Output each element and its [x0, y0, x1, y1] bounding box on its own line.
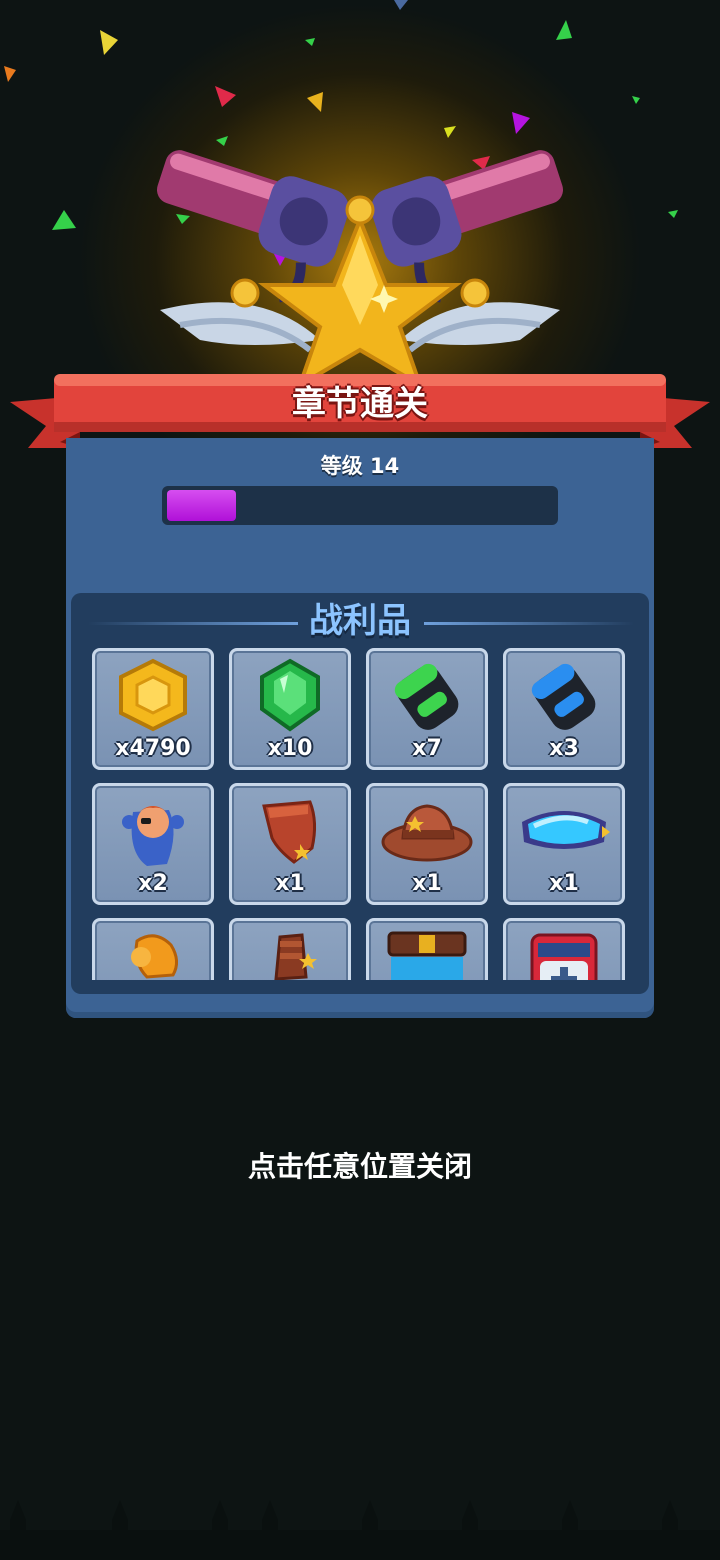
- loot-title: 战利品: [309, 601, 411, 641]
- loot-item[interactable]: x1: [229, 783, 351, 905]
- gold-coin-icon: [119, 658, 187, 732]
- loot-grid[interactable]: x4790 x10 x7 x3 x2 x1 x1 x1: [90, 648, 630, 980]
- loot-item[interactable]: x1: [503, 783, 625, 905]
- boxing-glove-icon: [131, 934, 178, 979]
- green-gem-icon: [260, 658, 320, 732]
- cowboy-hat-icon: [381, 804, 473, 862]
- leather-glove-icon: [262, 800, 317, 864]
- item-count: x2: [138, 871, 168, 896]
- hero-card-icon: [122, 806, 184, 866]
- item-count: x3: [549, 736, 579, 761]
- loot-item[interactable]: x10: [229, 648, 351, 770]
- item-count: x4790: [115, 736, 191, 761]
- item-count: x1: [275, 871, 305, 896]
- loot-item[interactable]: [503, 918, 625, 980]
- loot-item[interactable]: [92, 918, 214, 980]
- loot-item[interactable]: x2: [92, 783, 214, 905]
- blue-canister-icon: [531, 663, 596, 730]
- item-count: x7: [412, 736, 442, 761]
- level-progress-fill: [167, 490, 236, 521]
- loot-item[interactable]: x7: [366, 648, 488, 770]
- chapter-clear-title: 章节通关: [292, 384, 428, 424]
- medkit-icon: [530, 933, 598, 980]
- level-progress-bar: [162, 486, 558, 525]
- goggles-icon: [522, 811, 610, 849]
- loot-item[interactable]: x4790: [92, 648, 214, 770]
- item-count: x1: [412, 871, 442, 896]
- gauntlet-icon: [274, 933, 317, 980]
- item-count: x1: [549, 871, 579, 896]
- item-count: x10: [267, 736, 313, 761]
- chapter-clear-emblem-icon: [156, 150, 564, 385]
- loot-item[interactable]: [229, 918, 351, 980]
- loot-item[interactable]: [366, 918, 488, 980]
- green-canister-icon: [394, 663, 459, 730]
- loot-item[interactable]: x3: [503, 648, 625, 770]
- belt-pants-icon: [387, 931, 467, 980]
- loot-item[interactable]: x1: [366, 783, 488, 905]
- level-label: 等级 14: [320, 454, 400, 478]
- tap-to-close-hint[interactable]: 点击任意位置关闭: [0, 1145, 720, 1185]
- background-fence: [0, 1500, 720, 1560]
